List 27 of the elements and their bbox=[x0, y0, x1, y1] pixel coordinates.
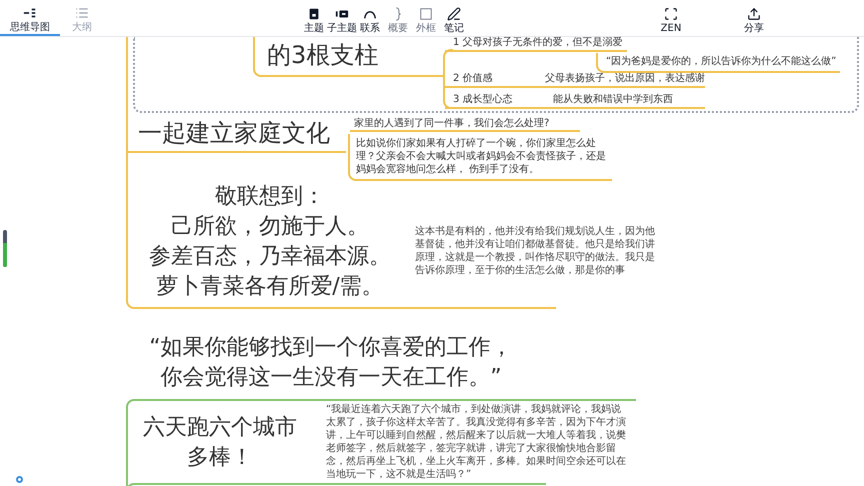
topic-text: 多棒！ bbox=[187, 444, 253, 472]
toolbar-button[interactable]: 子主题 bbox=[327, 4, 357, 36]
note-node[interactable]: 这本书是有料的，他并没有给我们规划说人生，因为他基督徒，他并没有让咱们都做基督徒。他只是给我们讲原理，这就是一个教授，叫作恪尽职守的做法。我只是告诉你原理，至于你的生活怎么做，那是你的事 bbox=[415, 225, 659, 277]
topic-text: 六天跑六个城市 bbox=[143, 414, 297, 442]
subtopic-node[interactable]: 3 成长型心态 bbox=[453, 94, 523, 106]
subtopic-node[interactable]: 2 价值感 bbox=[453, 73, 515, 85]
note-node[interactable]: 比如说你们家如果有人打碎了一个碗，你们家里怎么处理？父亲会不会大喊大叫或者妈妈会不会责怪孩子，还是妈妈会宽容地问怎么样， 伤到手了没有。 bbox=[348, 134, 612, 181]
subtopic-node[interactable]: 家里的人遇到了同一件事，我们会怎么处理? bbox=[350, 117, 580, 132]
note-node[interactable]: 父母表扬孩子，说出原因，表达感谢 bbox=[545, 73, 705, 85]
topic-node[interactable]: 一起建立家庭文化 bbox=[126, 117, 346, 153]
toolbar-button[interactable]: 分享 bbox=[734, 4, 774, 36]
note-node[interactable]: “因为爸妈是爱你的，所以告诉你为什么不能这么做” bbox=[596, 53, 840, 73]
note-node[interactable]: 能从失败和错误中学到东西 bbox=[553, 94, 673, 106]
topic-text: 萝卜青菜各有所爱/需。 bbox=[156, 273, 384, 301]
topic-text: 己所欲，勿施于人。 bbox=[171, 213, 369, 241]
view-tab[interactable]: 思维导图 bbox=[0, 4, 60, 36]
toolbar-button[interactable]: 笔记 bbox=[439, 4, 469, 36]
quote-text: 你会觉得这一生没有一天在工作。” bbox=[160, 364, 502, 392]
topic-text: 敬联想到： bbox=[215, 183, 325, 211]
topic-text: 参差百态，乃幸福本源。 bbox=[149, 243, 391, 271]
toolbar-button[interactable]: 联系 bbox=[355, 4, 385, 36]
topic-node[interactable]: 的3根支柱 bbox=[253, 37, 443, 77]
subtopic-node[interactable]: 1 父母对孩子无条件的爱，但不是溺爱 bbox=[445, 37, 627, 52]
quote-text: “如果你能够找到一个你喜爱的工作， bbox=[149, 334, 513, 362]
toolbar-button[interactable]: ZEN bbox=[651, 4, 691, 36]
toolbar-button[interactable]: 主题 bbox=[299, 4, 329, 36]
note-node[interactable]: “我最近连着六天跑了六个城市，到处做演讲，我妈就评论，我妈说太累了，孩子你这样太辛苦了。我真没觉得有多辛苦，因为下午才演讲，上午可以睡到自然醒，然后醒来了以后就一大堆人等着我，说樊老师签字，然后就签字，签完字就讲，讲完了大家很愉快地合影留念，然后再坐上飞机，坐上火车离开，多棒。如果时间空余还可以在当地玩一下，这不就是生活吗？” bbox=[326, 403, 630, 481]
